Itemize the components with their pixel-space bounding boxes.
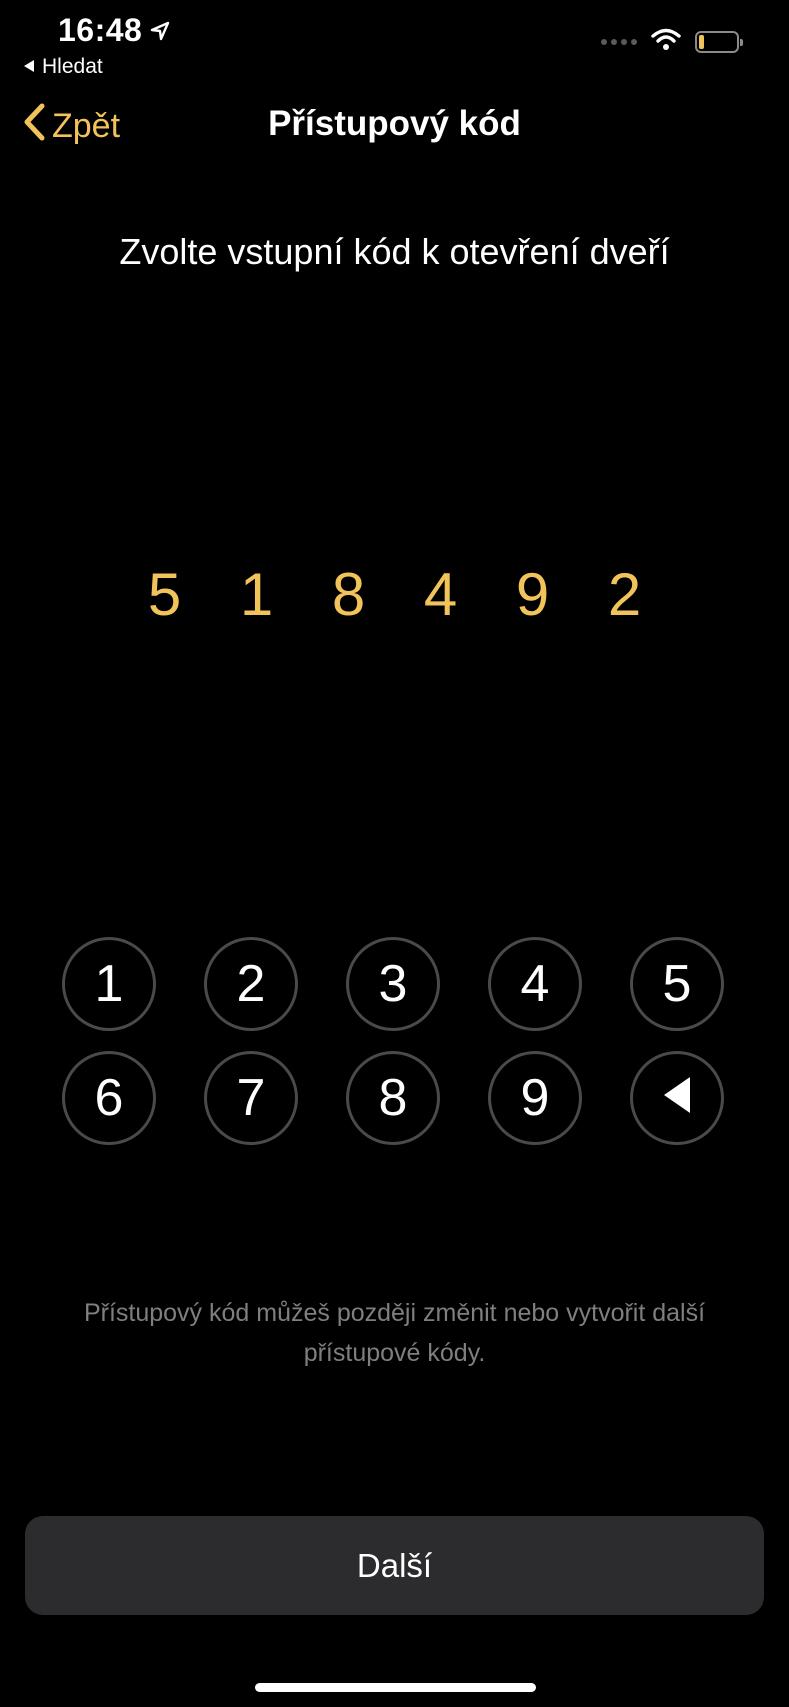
status-back-label: Hledat [42,55,103,78]
prompt-text: Zvolte vstupní kód k otevření dveří [119,231,670,272]
code-digit-3: 8 [331,561,366,628]
status-back-to-app[interactable]: Hledat [22,55,103,79]
key-9[interactable]: 9 [488,1051,582,1145]
back-triangle-icon [22,55,36,79]
home-indicator[interactable] [255,1683,536,1692]
key-7[interactable]: 7 [204,1051,298,1145]
screen: 16:48 Hledat Zpět Přístupový kód Zvolte … [0,0,789,1707]
location-arrow-icon [150,21,170,41]
status-time: 16:48 [58,12,170,49]
keypad: 1 2 3 4 5 6 7 8 9 [62,937,728,1145]
key-8[interactable]: 8 [346,1051,440,1145]
code-digit-4: 4 [423,561,458,628]
next-button[interactable]: Další [25,1516,764,1615]
key-5[interactable]: 5 [630,937,724,1031]
key-6[interactable]: 6 [62,1051,156,1145]
hint-text: Přístupový kód můžeš později změnit nebo… [83,1299,706,1367]
code-digit-2: 1 [239,561,274,628]
key-4[interactable]: 4 [488,937,582,1031]
status-indicators [601,28,743,55]
key-2[interactable]: 2 [204,937,298,1031]
battery-icon [695,30,743,53]
code-digit-1: 5 [147,561,182,628]
key-3[interactable]: 3 [346,937,440,1031]
delete-key[interactable] [630,1051,724,1145]
code-digit-6: 2 [607,561,642,628]
delete-triangle-icon [661,1068,693,1128]
cellular-signal-icon [601,38,637,45]
code-digit-5: 9 [515,561,550,628]
key-1[interactable]: 1 [62,937,156,1031]
wifi-icon [651,28,681,55]
page-title: Přístupový kód [268,104,521,143]
next-button-label: Další [356,1546,433,1584]
entered-code: 5 1 8 4 9 2 [0,560,789,629]
status-time-label: 16:48 [58,12,143,48]
battery-level [699,34,705,49]
